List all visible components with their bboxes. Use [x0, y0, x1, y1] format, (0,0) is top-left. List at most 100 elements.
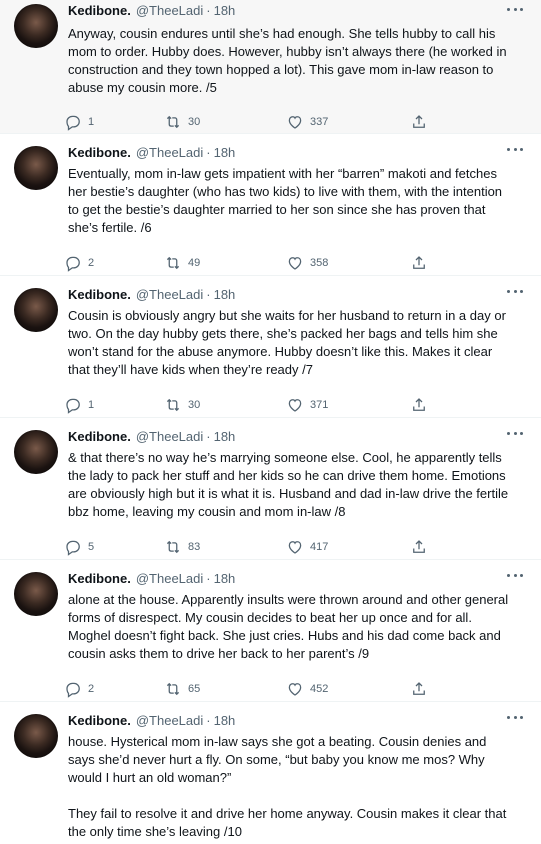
author-name[interactable]: Kedibone. — [68, 712, 131, 729]
timestamp[interactable]: 18h — [214, 2, 236, 19]
retweet-icon — [166, 682, 180, 696]
tweet-text: Cousin is obviously angry but she waits … — [68, 308, 510, 377]
reply-button[interactable]: 2 — [64, 253, 164, 273]
separator: · — [206, 145, 211, 160]
tweet-header: Kedibone. @TheeLadi · 18h — [68, 144, 513, 161]
retweet-count: 65 — [188, 683, 201, 695]
retweet-count: 30 — [188, 116, 201, 128]
author-name[interactable]: Kedibone. — [68, 570, 131, 587]
retweet-count: 30 — [188, 399, 201, 411]
separator: · — [206, 571, 211, 586]
retweet-count: 49 — [188, 257, 201, 269]
retweet-icon — [166, 540, 180, 554]
tweet-header: Kedibone. @TheeLadi · 18h — [68, 570, 513, 587]
author-name[interactable]: Kedibone. — [68, 286, 131, 303]
tweet-header: Kedibone. @TheeLadi · 18h — [68, 2, 513, 19]
timestamp[interactable]: 18h — [214, 428, 236, 445]
tweet-thread: Kedibone. @TheeLadi · 18h Anyway, cousin… — [0, 0, 541, 844]
separator: · — [206, 287, 211, 302]
timestamp[interactable]: 18h — [214, 286, 236, 303]
more-icon[interactable] — [507, 146, 523, 152]
share-icon — [413, 256, 425, 269]
reply-button[interactable]: 5 — [64, 537, 164, 557]
reply-button[interactable]: 2 — [64, 679, 164, 699]
like-count: 452 — [310, 683, 329, 695]
reply-icon — [66, 540, 80, 556]
tweet-text: & that there’s no way he’s marrying some… — [68, 450, 512, 519]
share-icon — [413, 540, 425, 553]
reply-icon — [66, 398, 80, 414]
author-handle[interactable]: @TheeLadi — [136, 286, 203, 303]
tweet[interactable]: Kedibone. @TheeLadi · 18h Anyway, cousin… — [0, 0, 541, 134]
timestamp[interactable]: 18h — [214, 144, 236, 161]
like-button[interactable]: 337 — [286, 112, 410, 132]
tweet-header: Kedibone. @TheeLadi · 18h — [68, 286, 513, 303]
avatar[interactable] — [14, 572, 58, 616]
tweet[interactable]: Kedibone. @TheeLadi · 18h Cousin is obvi… — [0, 276, 541, 418]
like-icon — [288, 683, 302, 696]
avatar[interactable] — [14, 714, 58, 758]
author-name[interactable]: Kedibone. — [68, 2, 131, 19]
more-icon[interactable] — [507, 572, 523, 578]
more-icon[interactable] — [507, 430, 523, 436]
like-icon — [288, 257, 302, 270]
like-count: 371 — [310, 399, 329, 411]
retweet-button[interactable]: 30 — [164, 395, 286, 415]
avatar[interactable] — [14, 430, 58, 474]
retweet-count: 83 — [188, 541, 201, 553]
reply-count: 2 — [88, 257, 95, 269]
author-handle[interactable]: @TheeLadi — [136, 2, 203, 19]
avatar[interactable] — [14, 288, 58, 332]
like-count: 417 — [310, 541, 329, 553]
retweet-button[interactable]: 49 — [164, 253, 286, 273]
share-icon — [413, 682, 425, 695]
share-icon — [413, 398, 425, 411]
share-button[interactable] — [410, 537, 428, 557]
tweet[interactable]: Kedibone. @TheeLadi · 18h Eventually, mo… — [0, 134, 541, 276]
more-icon[interactable] — [507, 6, 523, 12]
retweet-button[interactable]: 30 — [164, 112, 286, 132]
reply-icon — [66, 682, 80, 698]
reply-button[interactable]: 1 — [64, 112, 164, 132]
avatar[interactable] — [14, 4, 58, 48]
tweet[interactable]: Kedibone. @TheeLadi · 18h & that there’s… — [0, 418, 541, 560]
retweet-button[interactable]: 83 — [164, 537, 286, 557]
avatar[interactable] — [14, 146, 58, 190]
retweet-icon — [166, 115, 180, 129]
share-button[interactable] — [410, 679, 428, 699]
author-name[interactable]: Kedibone. — [68, 144, 131, 161]
author-name[interactable]: Kedibone. — [68, 428, 131, 445]
like-count: 358 — [310, 257, 329, 269]
reply-icon — [66, 115, 80, 131]
author-handle[interactable]: @TheeLadi — [136, 144, 203, 161]
like-icon — [288, 399, 302, 412]
author-handle[interactable]: @TheeLadi — [136, 428, 203, 445]
timestamp[interactable]: 18h — [214, 712, 236, 729]
retweet-icon — [166, 256, 180, 270]
reply-button[interactable]: 1 — [64, 395, 164, 415]
reply-count: 1 — [88, 399, 95, 411]
more-icon[interactable] — [507, 714, 523, 720]
like-icon — [288, 541, 302, 554]
like-button[interactable]: 452 — [286, 679, 410, 699]
tweet[interactable]: Kedibone. @TheeLadi · 18h alone at the h… — [0, 560, 541, 702]
retweet-button[interactable]: 65 — [164, 679, 286, 699]
timestamp[interactable]: 18h — [214, 570, 236, 587]
share-button[interactable] — [410, 253, 428, 273]
author-handle[interactable]: @TheeLadi — [136, 570, 203, 587]
tweet-text: alone at the house. Apparently insults w… — [68, 592, 512, 661]
like-button[interactable]: 417 — [286, 537, 410, 557]
like-count: 337 — [310, 116, 329, 128]
like-button[interactable]: 358 — [286, 253, 410, 273]
share-button[interactable] — [410, 395, 428, 415]
share-icon — [413, 115, 425, 128]
tweet[interactable]: Kedibone. @TheeLadi · 18h house. Hysteri… — [0, 702, 541, 844]
like-icon — [288, 116, 302, 129]
reply-icon — [66, 256, 80, 272]
more-icon[interactable] — [507, 288, 523, 294]
share-button[interactable] — [410, 112, 428, 132]
like-button[interactable]: 371 — [286, 395, 410, 415]
author-handle[interactable]: @TheeLadi — [136, 712, 203, 729]
reply-count: 1 — [88, 116, 95, 128]
reply-count: 2 — [88, 683, 95, 695]
